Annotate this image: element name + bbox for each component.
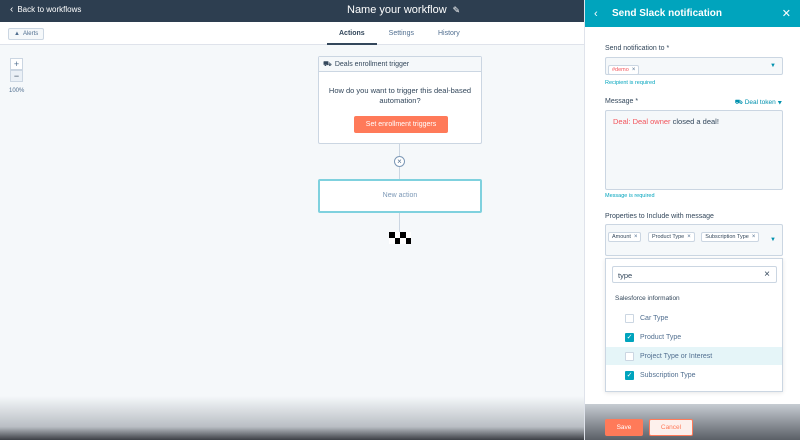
caret-down-icon: ▾ — [777, 99, 782, 106]
connector-line — [399, 144, 400, 156]
remove-chip-icon[interactable]: × — [632, 67, 636, 73]
workflow-name-text: Name your workflow — [347, 4, 447, 16]
tab-history[interactable]: History — [426, 22, 472, 45]
checkbox-checked-icon[interactable]: ✓ — [625, 332, 634, 342]
message-textarea[interactable]: Deal: Deal owner closed a deal! — [605, 110, 783, 190]
zoom-in-button[interactable]: + — [10, 58, 23, 70]
panel-footer: Save Cancel — [585, 404, 800, 440]
trigger-title: Deals enrollment trigger — [334, 60, 410, 68]
recipient-select[interactable]: #demo × ▼ — [605, 57, 783, 75]
deal-handshake-icon: ⛟ — [323, 60, 332, 68]
enrollment-trigger-card[interactable]: ⛟ Deals enrollment trigger How do you wa… — [318, 56, 482, 144]
properties-label: Properties to Include with message — [605, 213, 714, 220]
trigger-question: How do you want to trigger this deal-bas… — [328, 86, 472, 105]
pencil-icon[interactable]: ✎ — [453, 5, 461, 16]
checkbox[interactable] — [625, 351, 634, 361]
cancel-button[interactable]: Cancel — [649, 419, 693, 436]
deal-handshake-icon: ⛟ — [734, 99, 743, 106]
option-label: Project Type or Interest — [640, 352, 713, 360]
top-bar: ‹ Back to workflows Name your workflow ✎ — [0, 0, 584, 22]
remove-chip-icon[interactable]: × — [752, 234, 756, 240]
option-label: Subscription Type — [640, 371, 696, 379]
option-product-type[interactable]: ✓ Product Type — [606, 328, 782, 346]
panel-title: Send Slack notification — [612, 8, 723, 19]
video-bottom-shade — [0, 396, 584, 440]
checkbox-checked-icon[interactable]: ✓ — [625, 370, 634, 380]
properties-dropdown: type × Salesforce information Car Type ✓… — [605, 258, 783, 392]
recipient-chip: #demo × — [608, 65, 640, 75]
caret-down-icon: ▼ — [770, 63, 776, 69]
workflow-name[interactable]: Name your workflow ✎ — [347, 4, 460, 16]
zoom-level: 100% — [9, 88, 25, 94]
caret-down-icon: ▼ — [770, 237, 776, 243]
search-value: type — [618, 271, 633, 280]
trigger-header: ⛟ Deals enrollment trigger — [319, 57, 481, 72]
option-subscription-type[interactable]: ✓ Subscription Type — [606, 366, 782, 384]
warning-icon: ▲ — [14, 31, 20, 37]
new-action-card[interactable]: New action — [318, 179, 482, 213]
properties-select[interactable]: Amount × Product Type × Subscription Typ… — [605, 224, 783, 256]
checkbox[interactable] — [625, 313, 634, 323]
message-error: Message is required — [605, 193, 655, 199]
alerts-label: Alerts — [22, 31, 39, 37]
tabs: Actions Settings History — [327, 22, 472, 45]
zoom-controls: + − — [10, 58, 23, 82]
property-chip: Amount × — [608, 232, 642, 242]
back-label: Back to workflows — [17, 5, 82, 14]
tab-bar: ▲ Alerts Actions Settings History — [0, 22, 584, 45]
option-label: Car Type — [640, 314, 669, 322]
remove-chip-icon[interactable]: × — [634, 234, 638, 240]
option-group-label: Salesforce information — [615, 295, 680, 302]
recipient-label: Send notification to * — [605, 45, 670, 52]
chevron-left-icon: ‹ — [10, 3, 14, 15]
connector-line — [399, 167, 400, 179]
property-chip-label: Subscription Type — [705, 234, 749, 240]
back-to-workflows-link[interactable]: ‹ Back to workflows — [10, 3, 82, 15]
remove-chip-icon[interactable]: × — [687, 234, 691, 240]
message-text: closed a deal! — [672, 117, 719, 126]
alerts-button[interactable]: ▲ Alerts — [8, 28, 45, 40]
connector-line — [399, 213, 400, 232]
property-chip-label: Amount — [612, 234, 631, 240]
property-chip: Product Type × — [647, 232, 695, 242]
option-label: Product Type — [640, 333, 682, 341]
slack-notification-panel: ‹ Send Slack notification ✕ Send notific… — [584, 0, 800, 440]
property-search-input[interactable]: type × — [612, 266, 777, 283]
set-enrollment-triggers-button[interactable]: Set enrollment triggers — [354, 116, 448, 133]
tab-settings[interactable]: Settings — [377, 22, 426, 45]
end-flag-icon — [389, 232, 411, 244]
close-icon[interactable]: ✕ — [782, 7, 791, 20]
recipient-error: Recipient is required — [605, 80, 656, 86]
option-car-type[interactable]: Car Type — [606, 309, 782, 327]
save-button[interactable]: Save — [605, 419, 643, 436]
option-project-type-or-interest[interactable]: Project Type or Interest — [606, 347, 782, 365]
property-chip: Subscription Type × — [701, 232, 760, 242]
deal-token-dropdown[interactable]: ⛟ Deal token ▾ — [735, 98, 782, 107]
remove-step-icon[interactable]: × — [394, 156, 405, 167]
message-token: Deal: Deal owner — [613, 117, 671, 126]
panel-header: ‹ Send Slack notification ✕ — [585, 0, 800, 27]
zoom-out-button[interactable]: − — [10, 70, 23, 82]
deal-token-label: Deal token — [744, 99, 776, 106]
chevron-left-icon[interactable]: ‹ — [594, 8, 612, 20]
recipient-chip-label: #demo — [612, 67, 629, 73]
tab-actions[interactable]: Actions — [327, 22, 377, 45]
message-label: Message * — [605, 98, 639, 105]
property-chip-label: Product Type — [651, 234, 685, 240]
clear-search-icon[interactable]: × — [764, 269, 770, 280]
